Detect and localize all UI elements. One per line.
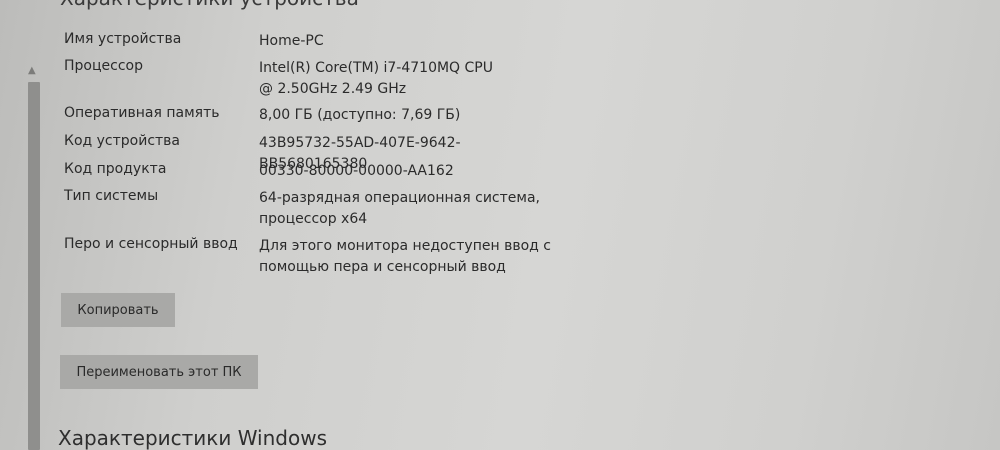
rename-pc-button[interactable]: Переименовать этот ПК — [60, 355, 258, 389]
spec-label: Имя устройства — [64, 31, 182, 47]
device-specs-heading: Характеристики устройства — [60, 0, 359, 10]
spec-label: Процессор — [64, 58, 143, 74]
spec-label: Перо и сенсорный ввод — [64, 236, 238, 252]
settings-about-page: Характеристики устройства ▲ Имя устройст… — [0, 0, 1000, 450]
spec-value: Для этого монитора недоступен ввод с пом… — [259, 238, 551, 275]
spec-value: 00330-80000-00000-AA162 — [259, 163, 454, 179]
spec-label: Код устройства — [64, 133, 181, 149]
chevron-up-icon[interactable]: ▲ — [28, 66, 36, 76]
spec-label: Оперативная память — [64, 105, 220, 121]
scrollbar-thumb[interactable] — [28, 82, 40, 450]
copy-button[interactable]: Копировать — [61, 293, 175, 327]
spec-label: Код продукта — [64, 161, 167, 177]
spec-label: Тип системы — [64, 188, 159, 204]
spec-value: 64-разрядная операционная система, проце… — [259, 190, 540, 227]
spec-value: 8,00 ГБ (доступно: 7,69 ГБ) — [259, 107, 461, 123]
scrollbar[interactable]: ▲ — [24, 62, 44, 450]
spec-value: Intel(R) Core(TM) i7-4710MQ CPU @ 2.50GH… — [259, 60, 493, 97]
windows-specs-heading: Характеристики Windows — [58, 426, 327, 450]
spec-value: Home-PC — [259, 33, 324, 49]
